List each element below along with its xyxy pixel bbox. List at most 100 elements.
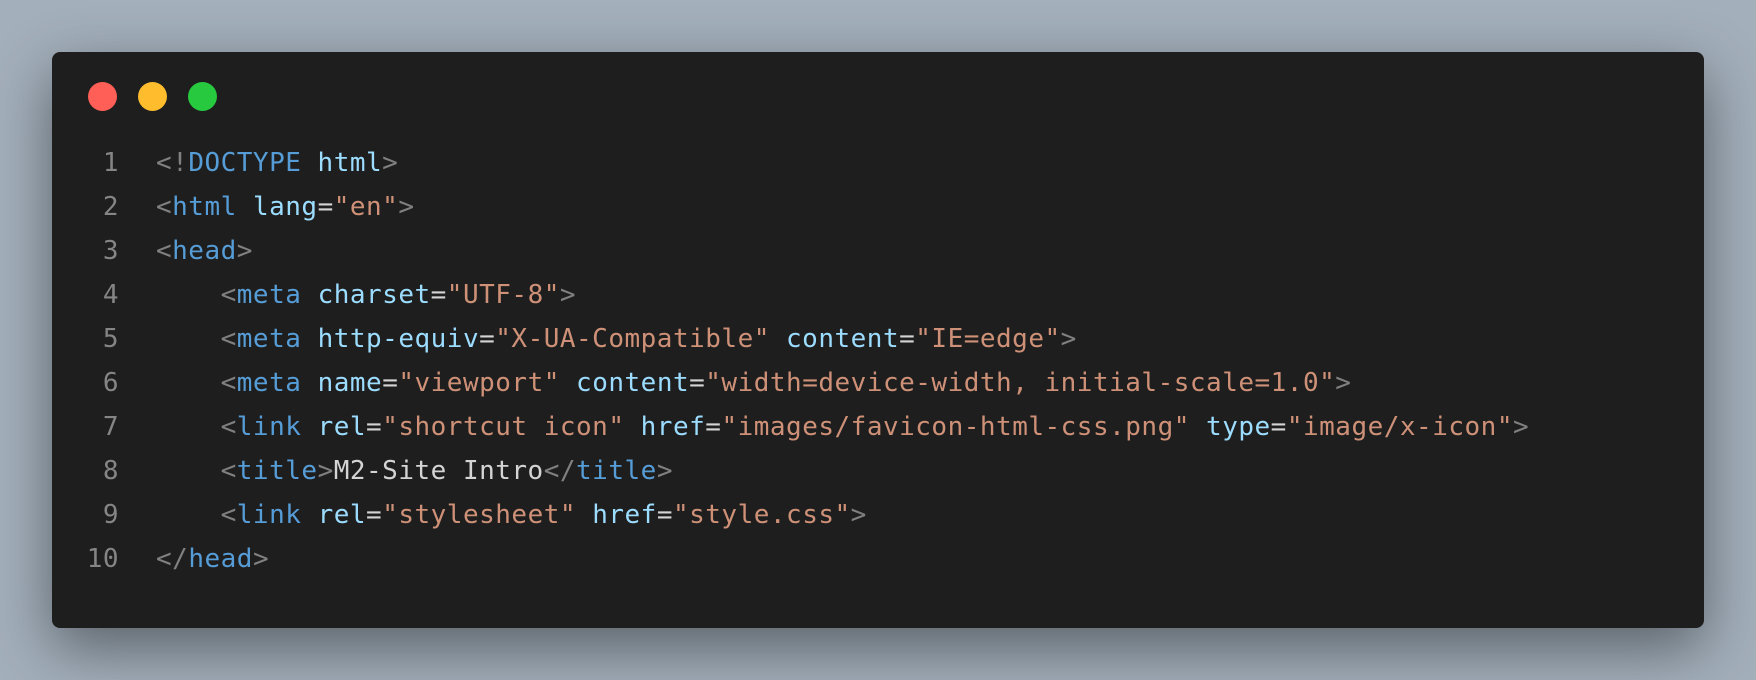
code-punctuation: >: [1512, 412, 1530, 442]
code-attribute: href: [592, 500, 657, 530]
code-tag-name: head: [172, 236, 237, 266]
code-string: "X-UA-Compatible": [495, 324, 770, 354]
line-number: 2: [102, 192, 119, 222]
line-source: <link rel="shortcut icon" href="images/f…: [119, 405, 1529, 449]
code-operator: =: [317, 192, 334, 222]
code-line: 9 <link rel="stylesheet" href="style.css…: [52, 493, 1704, 537]
line-number: 10: [86, 544, 119, 574]
code-string: "width=device-width, initial-scale=1.0": [705, 368, 1336, 398]
code-line: 2 <html lang="en">: [52, 185, 1704, 229]
code-punctuation: <!: [156, 148, 189, 178]
code-string: "IE=edge": [915, 324, 1061, 354]
code-window: 1 <!DOCTYPE html> 2 <html lang="en"> 3 <head>…: [52, 52, 1704, 628]
code-punctuation: <: [220, 500, 237, 530]
code-line: 8 <title>M2-Site Intro</title>: [52, 449, 1704, 493]
code-punctuation: <: [220, 280, 237, 310]
line-number: 8: [102, 456, 119, 486]
code-attribute: content: [786, 324, 900, 354]
code-string: "image/x-icon": [1286, 412, 1513, 442]
code-attribute: content: [576, 368, 690, 398]
line-number: 1: [102, 148, 119, 178]
code-tag-name: link: [236, 500, 302, 530]
code-line: 6 <meta name="viewport" content="width=d…: [52, 361, 1704, 405]
code-string: "viewport": [398, 368, 560, 398]
code-string: "en": [333, 192, 399, 222]
code-operator: =: [689, 368, 706, 398]
line-source: <link rel="stylesheet" href="style.css">: [119, 493, 867, 537]
code-operator: =: [1270, 412, 1287, 442]
code-punctuation: <: [156, 192, 173, 222]
line-source: <!DOCTYPE html>: [119, 141, 398, 185]
code-punctuation: <: [220, 412, 237, 442]
line-number: 6: [102, 368, 119, 398]
code-punctuation: >: [398, 192, 415, 222]
line-source: <head>: [119, 229, 253, 273]
code-tag-name: DOCTYPE: [188, 148, 302, 178]
code-attribute: href: [640, 412, 706, 442]
code-punctuation: >: [317, 456, 334, 486]
line-source: <html lang="en">: [119, 185, 415, 229]
code-string: "UTF-8": [446, 280, 560, 310]
code-operator: =: [430, 280, 447, 310]
code-punctuation: >: [559, 280, 577, 310]
code-attribute: rel: [317, 412, 367, 442]
code-line: 4 <meta charset="UTF-8">: [52, 273, 1704, 317]
code-punctuation: >: [252, 544, 270, 574]
line-source: <meta charset="UTF-8">: [119, 273, 576, 317]
code-attribute: http-equiv: [317, 324, 480, 354]
line-number: 7: [102, 412, 119, 442]
code-tag-name: meta: [236, 280, 302, 310]
minimize-icon[interactable]: [138, 82, 167, 111]
code-operator: =: [656, 500, 673, 530]
code-operator: =: [479, 324, 496, 354]
code-attribute: type: [1206, 412, 1271, 442]
code-punctuation: <: [220, 456, 237, 486]
code-attribute: rel: [317, 500, 367, 530]
line-source: <meta name="viewport" content="width=dev…: [119, 361, 1351, 405]
maximize-icon[interactable]: [188, 82, 217, 111]
code-attribute: html: [317, 148, 383, 178]
code-operator: =: [899, 324, 916, 354]
code-punctuation: >: [382, 148, 399, 178]
code-punctuation: </: [156, 544, 189, 574]
code-line: 5 <meta http-equiv="X-UA-Compatible" con…: [52, 317, 1704, 361]
close-icon[interactable]: [88, 82, 117, 111]
code-string: "shortcut icon": [382, 412, 625, 442]
code-line: 7 <link rel="shortcut icon" href="images…: [52, 405, 1704, 449]
code-punctuation: >: [236, 236, 253, 266]
code-punctuation: <: [156, 236, 173, 266]
code-attribute: name: [317, 368, 383, 398]
code-string: "stylesheet": [382, 500, 577, 530]
code-block: 1 <!DOCTYPE html> 2 <html lang="en"> 3 <head>…: [52, 141, 1704, 581]
code-tag-name: meta: [236, 324, 302, 354]
code-tag-name: html: [172, 192, 237, 222]
line-number: 9: [102, 500, 119, 530]
code-tag-name: title: [576, 456, 657, 486]
code-tag-name: head: [188, 544, 253, 574]
code-line: 10 </head>: [52, 537, 1704, 581]
code-punctuation: >: [1060, 324, 1077, 354]
code-tag-name: link: [236, 412, 302, 442]
code-line: 1 <!DOCTYPE html>: [52, 141, 1704, 185]
code-punctuation: >: [850, 500, 867, 530]
code-punctuation: >: [1335, 368, 1352, 398]
line-number: 4: [102, 280, 119, 310]
line-number: 3: [102, 236, 119, 266]
code-operator: =: [366, 412, 383, 442]
code-string: "style.css": [672, 500, 851, 530]
